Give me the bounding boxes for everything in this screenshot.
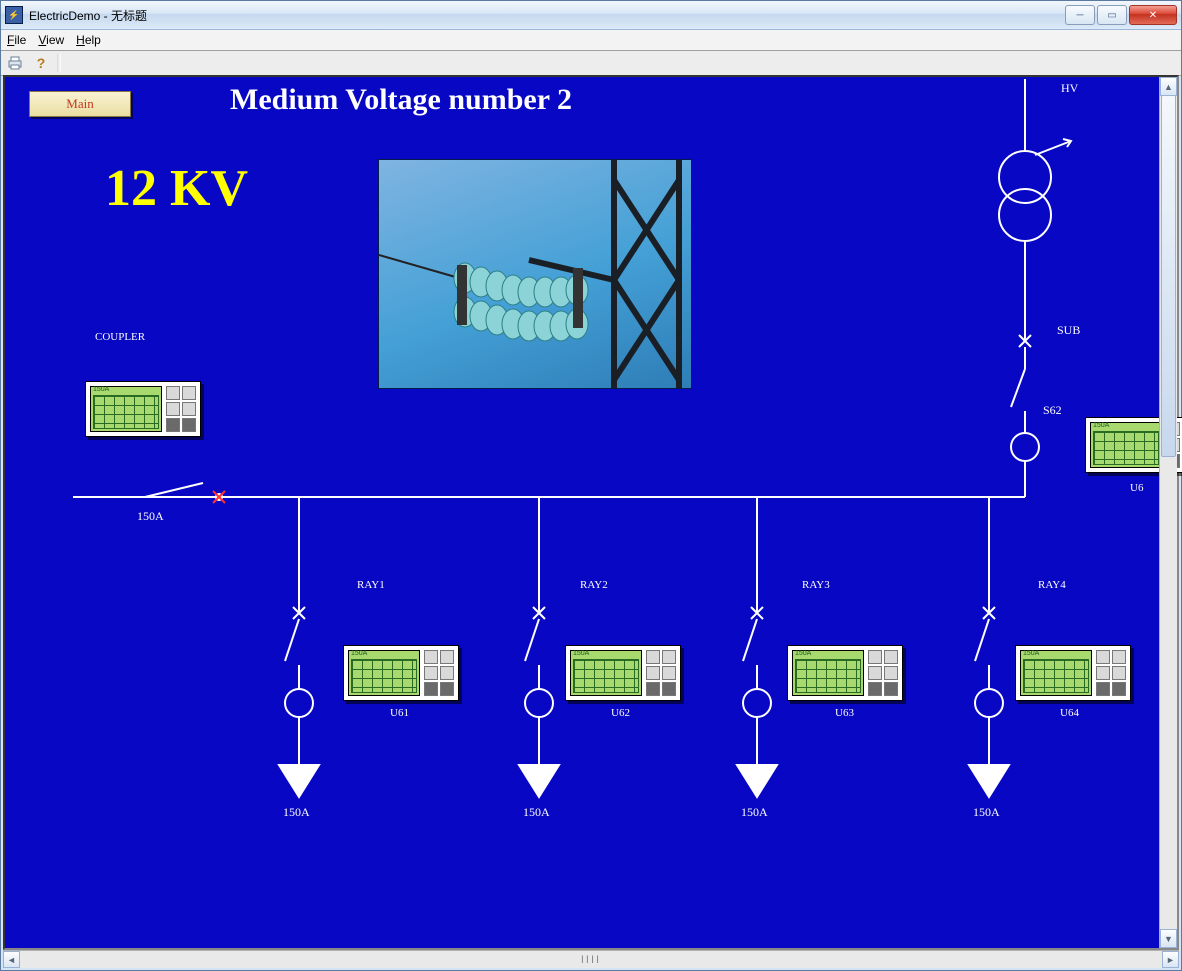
coupler-switch-value: 150A (137, 509, 164, 524)
feeder-value-4: 150A (973, 805, 1000, 820)
label-u63: U63 (835, 707, 854, 719)
label-sub: SUB (1057, 323, 1080, 338)
menu-view[interactable]: View (38, 33, 64, 47)
menu-file[interactable]: File (7, 33, 26, 47)
scroll-right-button[interactable]: ► (1162, 951, 1179, 968)
printer-icon (7, 56, 23, 70)
label-ray2: RAY2 (580, 579, 608, 591)
label-ray4: RAY4 (1038, 579, 1066, 591)
feeder-value-2: 150A (523, 805, 550, 820)
horizontal-scrollbar[interactable]: ◄ IIII ► (3, 950, 1179, 968)
titlebar: ⚡ ElectricDemo - 无标题 ─ ▭ ✕ (1, 1, 1181, 30)
window-buttons: ─ ▭ ✕ (1065, 5, 1177, 25)
page-title: Medium Voltage number 2 (230, 83, 572, 117)
scope-u63[interactable] (787, 645, 903, 701)
scope-u61[interactable] (343, 645, 459, 701)
scope-u64[interactable] (1015, 645, 1131, 701)
toolbar: ? (1, 51, 1181, 76)
menubar: File View Help (1, 30, 1181, 51)
feeder-value-1: 150A (283, 805, 310, 820)
help-button[interactable]: ? (31, 54, 51, 72)
diagram-canvas: Main Medium Voltage number 2 12 KV HV SU… (5, 77, 1160, 948)
label-ray3: RAY3 (802, 579, 830, 591)
vertical-scrollbar[interactable]: ▲ ▼ (1159, 77, 1177, 948)
label-coupler: COUPLER (95, 331, 145, 343)
toolbar-separator (57, 54, 61, 72)
label-u61: U61 (390, 707, 409, 719)
scroll-down-button[interactable]: ▼ (1160, 929, 1177, 948)
label-u62: U62 (611, 707, 630, 719)
maximize-button[interactable]: ▭ (1097, 5, 1127, 25)
kv-value: 12 KV (105, 159, 248, 218)
window-title: ElectricDemo - 无标题 (29, 7, 1065, 24)
scroll-left-button[interactable]: ◄ (3, 951, 20, 968)
scope-u62[interactable] (565, 645, 681, 701)
minimize-button[interactable]: ─ (1065, 5, 1095, 25)
main-button[interactable]: Main (29, 91, 131, 117)
app-window: ⚡ ElectricDemo - 无标题 ─ ▭ ✕ File View Hel… (0, 0, 1182, 971)
label-u6: U6 (1130, 482, 1143, 494)
scroll-up-button[interactable]: ▲ (1160, 77, 1177, 96)
print-button[interactable] (5, 54, 25, 72)
label-u64: U64 (1060, 707, 1079, 719)
label-ray1: RAY1 (357, 579, 385, 591)
app-icon: ⚡ (5, 6, 23, 24)
menu-help[interactable]: Help (76, 33, 101, 47)
close-button[interactable]: ✕ (1129, 5, 1177, 25)
hscroll-grip[interactable]: IIII (21, 952, 1161, 967)
scope-coupler[interactable] (85, 381, 201, 437)
feeder-value-3: 150A (741, 805, 768, 820)
scroll-thumb[interactable] (1161, 95, 1176, 457)
label-s62: S62 (1043, 403, 1062, 418)
insulator-photo (378, 159, 692, 389)
client-area: Main Medium Voltage number 2 12 KV HV SU… (3, 75, 1179, 950)
label-hv: HV (1061, 81, 1078, 96)
